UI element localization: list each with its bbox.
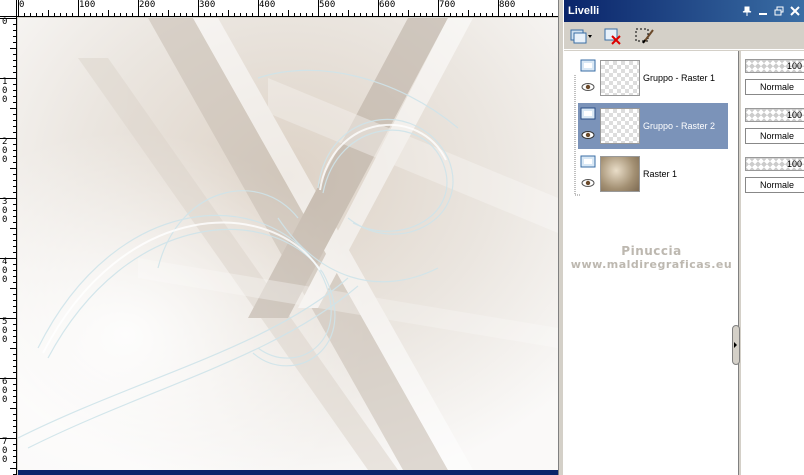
layer-properties: 100 Normale (745, 59, 804, 101)
canvas-bottom-scrollbar[interactable] (18, 470, 558, 475)
layer-thumbnail (600, 108, 640, 144)
artwork-image (18, 18, 558, 470)
ruler-label: 4 0 0 (2, 257, 8, 285)
layer-row[interactable]: Raster 1 (578, 151, 728, 197)
watermark-line: www.maldiregraficas.eu (570, 258, 733, 271)
ruler-corner (0, 0, 17, 17)
layer-type-icon (580, 59, 596, 72)
panel-splitter-handle[interactable] (732, 325, 740, 365)
ruler-label: 2 0 0 (2, 137, 8, 165)
layer-thumbnail (600, 60, 640, 96)
eye-visibility-icon (581, 83, 595, 91)
palette-title-bar[interactable]: Livelli (564, 0, 804, 22)
ruler-label: 100 (79, 0, 96, 10)
delete-layer-button[interactable] (600, 25, 626, 47)
ruler-label: 6 0 0 (2, 377, 8, 405)
watermark: Pinuccia www.maldiregraficas.eu (564, 244, 739, 272)
ruler-label: 500 (319, 0, 336, 10)
ruler-label: 800 (499, 0, 516, 10)
layer-properties-column: 100 Normale 100 Normale 100 Normale (741, 51, 804, 475)
layers-palette: Livelli Gruppo - Raster 1 Gruppo - Raste… (563, 0, 804, 475)
ruler-label: 7 0 0 (2, 437, 8, 465)
ruler-label: 0 (2, 17, 8, 27)
opacity-slider[interactable]: 100 (745, 157, 804, 171)
layer-properties: 100 Normale (745, 157, 804, 199)
layer-type-icon (580, 107, 596, 120)
layers-list: Gruppo - Raster 1 Gruppo - Raster 2 Rast… (564, 51, 740, 475)
layer-thumbnail (600, 156, 640, 192)
palette-toolbar (564, 22, 804, 50)
layer-name: Raster 1 (643, 169, 678, 179)
layer-name: Gruppo - Raster 2 (643, 121, 716, 131)
ruler-label: 3 0 0 (2, 197, 8, 225)
image-canvas[interactable] (18, 18, 558, 470)
watermark-line: Pinuccia (621, 244, 682, 258)
opacity-slider[interactable]: 100 (745, 108, 804, 122)
close-icon[interactable] (788, 4, 802, 18)
blend-mode-select[interactable]: Normale (745, 128, 804, 144)
ruler-label: 300 (199, 0, 216, 10)
ruler-label: 0 (19, 0, 25, 10)
palette-title: Livelli (568, 5, 600, 17)
minimize-icon[interactable] (756, 4, 770, 18)
ruler-label: 600 (379, 0, 396, 10)
edit-selection-brush-icon[interactable] (632, 25, 658, 47)
ruler-horizontal: 0 100 200 300 400 500 600 700 800 (0, 0, 558, 17)
ruler-vertical: 0 1 0 0 2 0 0 3 0 0 4 0 0 5 0 0 6 0 0 7 … (0, 17, 17, 475)
layer-type-icon (580, 155, 596, 168)
eye-visibility-icon (581, 131, 595, 139)
layer-row-selected[interactable]: Gruppo - Raster 2 (578, 103, 728, 149)
ruler-label: 400 (259, 0, 276, 10)
blend-mode-select[interactable]: Normale (745, 177, 804, 193)
layer-name: Gruppo - Raster 1 (643, 73, 716, 83)
ruler-label: 5 0 0 (2, 317, 8, 345)
eye-visibility-icon (581, 179, 595, 187)
restore-icon[interactable] (772, 4, 786, 18)
paint-shop-window: 0 100 200 300 400 500 600 700 800 0 1 0 … (0, 0, 804, 475)
ruler-label: 1 0 0 (2, 77, 8, 105)
pin-icon[interactable] (740, 4, 754, 18)
ruler-label: 200 (139, 0, 156, 10)
opacity-slider[interactable]: 100 (745, 59, 804, 73)
new-layer-dropdown-button[interactable] (568, 25, 594, 47)
layer-row[interactable]: Gruppo - Raster 1 (578, 55, 728, 101)
ruler-label: 700 (439, 0, 456, 10)
blend-mode-select[interactable]: Normale (745, 79, 804, 95)
layer-properties: 100 Normale (745, 108, 804, 150)
